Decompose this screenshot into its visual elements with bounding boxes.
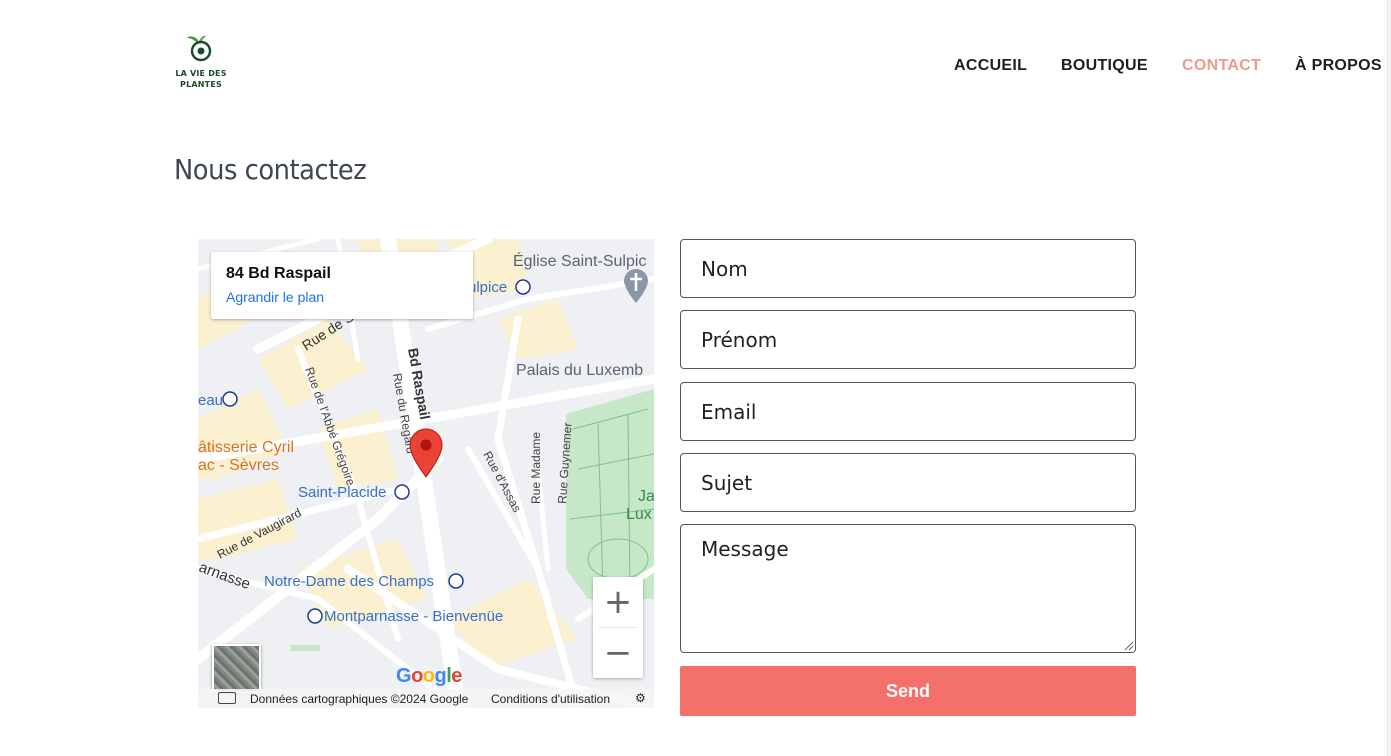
zoom-in-button[interactable]: + — [593, 577, 643, 627]
brand-logo[interactable]: LA VIE DES PLANTES — [172, 34, 230, 94]
map-label-saint-placide: Saint-Placide — [298, 484, 386, 501]
map-data-attribution: Données cartographiques ©2024 Google — [250, 692, 469, 706]
prenom-input[interactable] — [680, 310, 1136, 369]
nom-input[interactable] — [680, 239, 1136, 298]
map-label-sulpice: ulpice — [468, 279, 507, 296]
map-label-palais: Palais du Luxemb — [516, 362, 643, 379]
nav-a-propos[interactable]: À PROPOS — [1295, 57, 1382, 75]
satellite-toggle[interactable] — [212, 644, 261, 693]
map-label-montparnasse: Montparnasse - Bienvenüe — [324, 608, 503, 625]
page-scrollbar[interactable] — [1387, 0, 1391, 756]
enlarge-map-link[interactable]: Agrandir le plan — [226, 289, 324, 305]
nav-boutique[interactable]: BOUTIQUE — [1061, 57, 1148, 75]
send-button[interactable]: Send — [680, 666, 1136, 716]
map-label-patisserie: âtisserie Cyril — [198, 439, 294, 456]
map-label-jardin-2: Lux — [626, 506, 652, 523]
keyboard-icon[interactable] — [218, 692, 236, 704]
map-label-eau: eau — [198, 392, 223, 409]
terms-link[interactable]: Conditions d'utilisation — [491, 692, 610, 706]
resize-handle-icon[interactable] — [1124, 641, 1134, 651]
site-header: LA VIE DES PLANTES ACCUEIL BOUTIQUE CONT… — [0, 0, 1391, 120]
page-title: Nous contactez — [174, 153, 367, 186]
google-map[interactable]: Église Saint-Sulpic ulpice Rue de Sè Bd … — [198, 239, 654, 708]
email-input[interactable] — [680, 382, 1136, 441]
nav-accueil[interactable]: ACCUEIL — [954, 57, 1027, 75]
map-label-notre-dame: Notre-Dame des Champs — [264, 573, 434, 590]
map-attribution-bar: Données cartographiques ©2024 Google Con… — [198, 689, 654, 708]
zoom-controls: + − — [593, 577, 643, 678]
google-logo: Google — [396, 665, 462, 687]
map-info-card: 84 Bd Raspail Agrandir le plan — [211, 252, 473, 319]
nav-contact[interactable]: CONTACT — [1182, 57, 1261, 75]
message-textarea[interactable] — [680, 524, 1136, 653]
brand-name: LA VIE DES PLANTES — [175, 69, 227, 89]
sujet-input[interactable] — [680, 453, 1136, 512]
zoom-out-button[interactable]: − — [593, 628, 643, 678]
report-icon[interactable]: ⚙ — [635, 691, 646, 705]
map-label-rue-madame: Rue Madame — [529, 432, 543, 504]
map-address: 84 Bd Raspail — [226, 265, 331, 282]
plant-logo-icon — [187, 35, 212, 62]
map-label-jardin: Ja — [638, 488, 654, 505]
map-label-eglise: Église Saint-Sulpic — [513, 251, 646, 270]
map-label-patisserie-2: ac - Sèvres — [198, 457, 279, 474]
